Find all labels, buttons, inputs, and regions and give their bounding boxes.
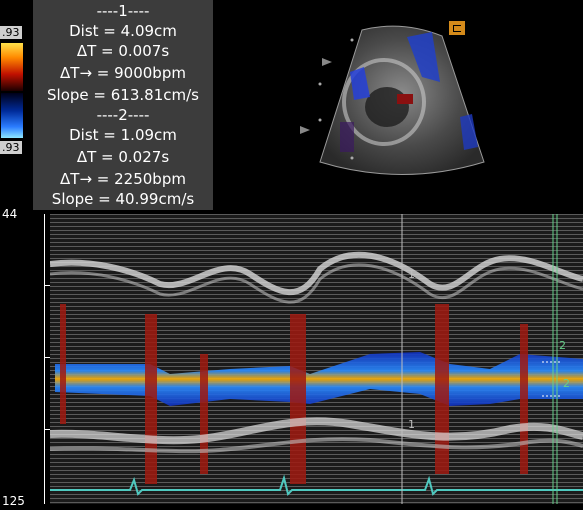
depth-bottom-label: 125 xyxy=(2,494,25,508)
group2-slope: Slope = 40.99cm/s xyxy=(51,190,195,208)
orientation-marker-icon xyxy=(449,21,465,35)
caliper-2-bottom-label: 2 xyxy=(563,377,570,390)
ultrasound-screen: .93 .93 ----1---- Dist = 4.09cm ΔT = 0.0… xyxy=(0,0,583,510)
m-mode-trace xyxy=(50,214,583,504)
scale-top-value: .93 xyxy=(0,26,22,39)
caliper-2-top-label: 2 xyxy=(559,339,566,352)
measurement-panel: ----1---- Dist = 4.09cm ΔT = 0.007s ΔT→ … xyxy=(33,0,213,210)
group1-dt: ΔT = 0.007s xyxy=(76,42,170,60)
depth-ruler xyxy=(44,214,49,504)
group1-slope: Slope = 613.81cm/s xyxy=(47,86,199,104)
m-mode-image xyxy=(50,214,583,504)
group2-rate: ΔT→ = 2250bpm xyxy=(60,170,186,188)
color-scale-negative xyxy=(1,93,23,138)
group1-header: ----1---- xyxy=(96,2,150,20)
caliper-1-bottom-label: 1 xyxy=(408,418,415,431)
depth-top-label: 44 xyxy=(2,207,18,221)
scale-bottom-value: .93 xyxy=(0,141,22,154)
group2-dt: ΔT = 0.027s xyxy=(76,148,170,166)
group2-dist: Dist = 1.09cm xyxy=(69,126,177,144)
group1-rate: ΔT→ = 9000bpm xyxy=(60,64,186,82)
group2-header: ----2---- xyxy=(96,106,150,124)
caliper-1-top-label: 1 xyxy=(408,268,415,281)
sector-image xyxy=(300,25,485,175)
color-scale-positive xyxy=(1,43,23,91)
group1-dist: Dist = 4.09cm xyxy=(69,22,177,40)
